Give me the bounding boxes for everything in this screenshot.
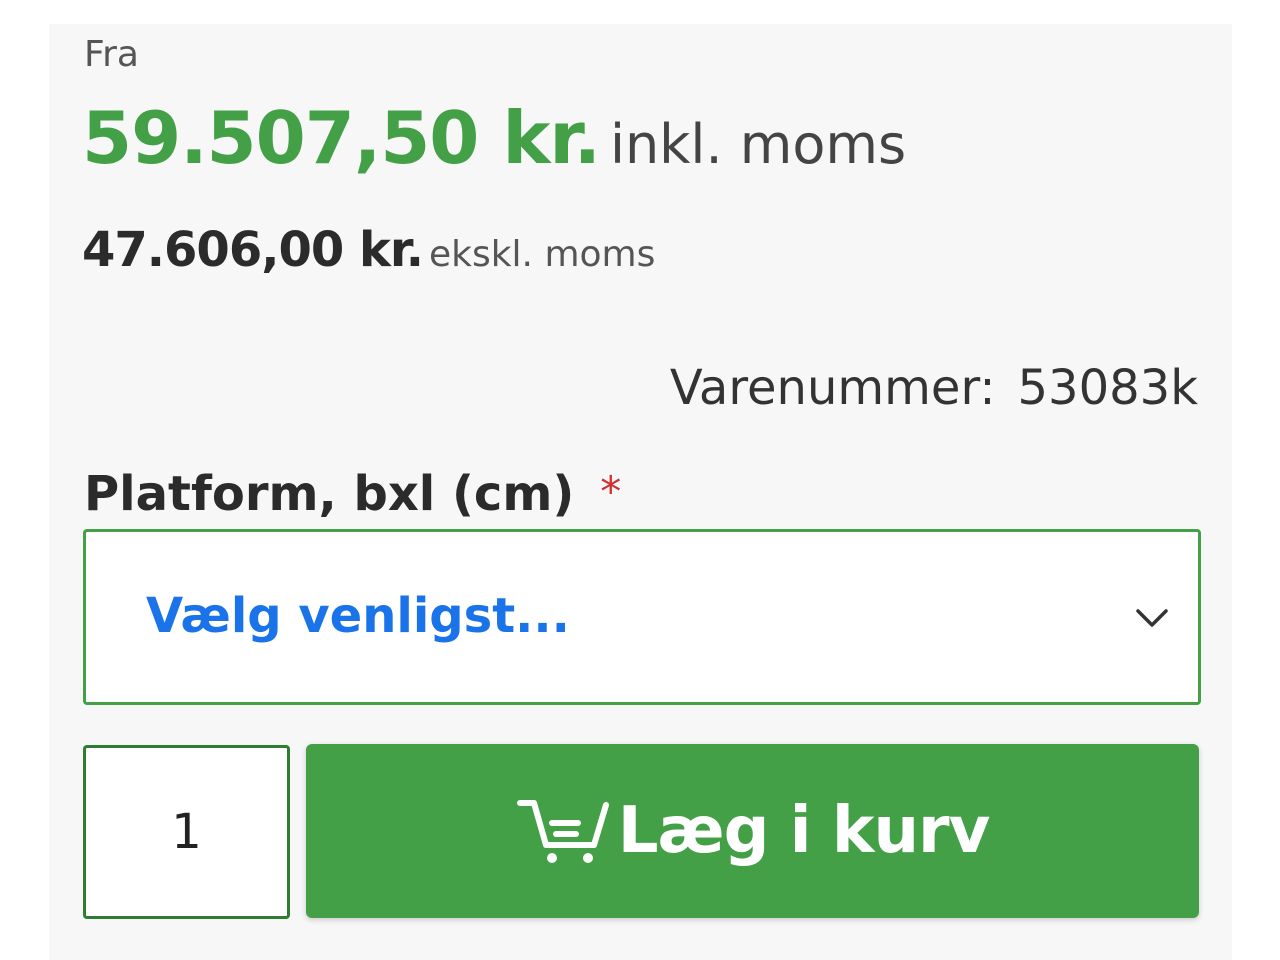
- price-incl-vat-row: 59.507,50 kr. inkl. moms: [82, 96, 906, 180]
- platform-select-value: Vælg venligst...: [146, 588, 570, 644]
- sku-row: Varenummer: 53083k: [670, 360, 1198, 416]
- option-label-row: Platform, bxl (cm) *: [84, 466, 621, 522]
- sku-label: Varenummer:: [669, 360, 996, 416]
- add-to-cart-button[interactable]: Læg i kurv: [306, 744, 1199, 918]
- price-excl-vat: 47.606,00 kr.: [82, 222, 424, 278]
- chevron-down-icon: [1136, 609, 1168, 627]
- sku-value: 53083k: [1017, 360, 1199, 416]
- quantity-field[interactable]: [83, 745, 290, 919]
- price-from-label: Fra: [84, 34, 139, 75]
- price-excl-vat-row: 47.606,00 kr. ekskl. moms: [82, 222, 655, 278]
- platform-option-label: Platform, bxl (cm): [84, 466, 575, 522]
- required-marker: *: [600, 467, 622, 516]
- quantity-input[interactable]: [86, 748, 287, 916]
- platform-select[interactable]: Vælg venligst...: [83, 529, 1201, 705]
- cart-icon: [516, 800, 609, 863]
- price-incl-vat: 59.507,50 kr.: [82, 96, 601, 180]
- add-to-cart-label: Læg i kurv: [617, 794, 991, 868]
- price-incl-vat-suffix: inkl. moms: [609, 113, 907, 176]
- price-excl-vat-suffix: ekskl. moms: [428, 234, 656, 275]
